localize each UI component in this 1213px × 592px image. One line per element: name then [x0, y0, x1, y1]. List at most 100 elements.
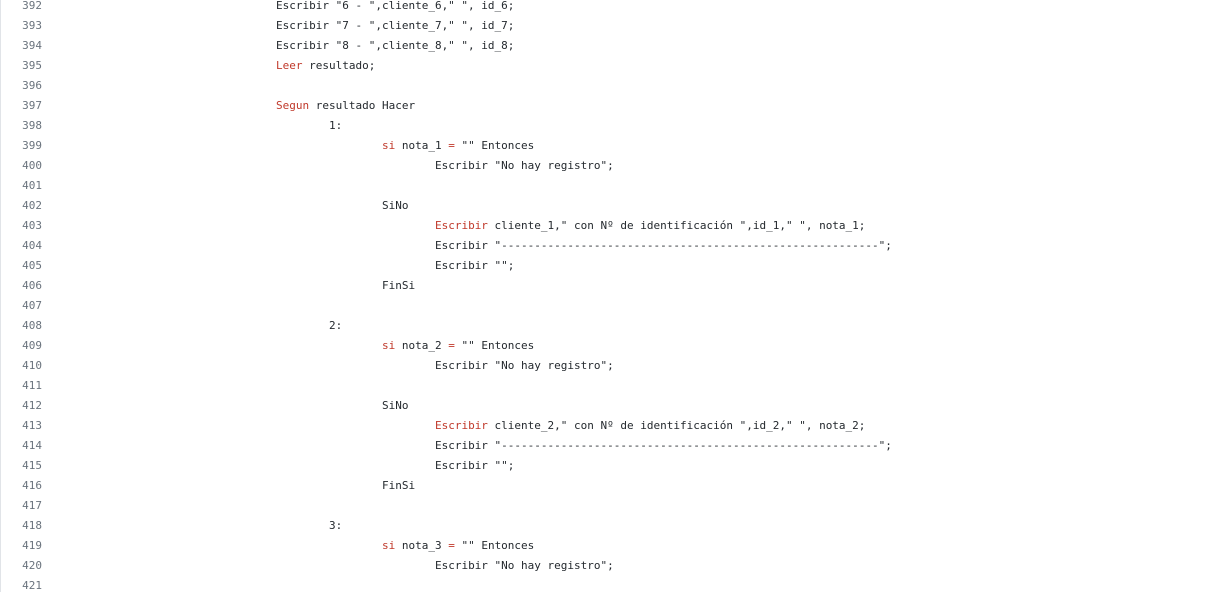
line-code: Escribir "6 - ",cliente_6," ", id_6;: [46, 0, 1213, 15]
code-token: 3:: [328, 518, 343, 532]
line-number[interactable]: 413: [1, 415, 46, 435]
line-number[interactable]: 395: [1, 55, 46, 75]
code-token: Escribir "";: [434, 258, 515, 272]
line-number[interactable]: 392: [1, 0, 46, 15]
line-number[interactable]: 420: [1, 555, 46, 575]
code-line: 409 si nota_2 = "" Entonces: [1, 335, 1213, 355]
code-line: 392 Escribir "6 - ",cliente_6," ", id_6;: [1, 0, 1213, 15]
line-number[interactable]: 397: [1, 95, 46, 115]
line-number[interactable]: 417: [1, 495, 46, 515]
line-number[interactable]: 394: [1, 35, 46, 55]
line-code: Escribir "7 - ",cliente_7," ", id_7;: [46, 15, 1213, 35]
code-line: 410 Escribir "No hay registro";: [1, 355, 1213, 375]
code-line: 417: [1, 495, 1213, 515]
line-number[interactable]: 401: [1, 175, 46, 195]
keyword-token: Escribir: [434, 418, 488, 432]
code-token: cliente_1," con Nº de identificación ",i…: [487, 218, 866, 232]
code-token: nota_3: [395, 538, 449, 552]
line-number[interactable]: 411: [1, 375, 46, 395]
code-line: 407: [1, 295, 1213, 315]
code-viewer: 392 Escribir "6 - ",cliente_6," ", id_6; 3…: [0, 0, 1213, 592]
code-line: 393 Escribir "7 - ",cliente_7," ", id_7;: [1, 15, 1213, 35]
keyword-token: si: [381, 538, 396, 552]
line-number[interactable]: 393: [1, 15, 46, 35]
line-number[interactable]: 416: [1, 475, 46, 495]
code-token: Escribir "No hay registro";: [434, 158, 614, 172]
line-code: [46, 575, 1213, 592]
code-token: Escribir "8 - ",cliente_8," ", id_8;: [276, 38, 515, 52]
code-token: Escribir "No hay registro";: [434, 558, 614, 572]
line-number[interactable]: 410: [1, 355, 46, 375]
code-token: nota_2: [395, 338, 449, 352]
line-number[interactable]: 407: [1, 295, 46, 315]
code-line: 419 si nota_3 = "" Entonces: [1, 535, 1213, 555]
line-number[interactable]: 405: [1, 255, 46, 275]
code-token: "" Entonces: [454, 338, 535, 352]
line-code: Escribir "8 - ",cliente_8," ", id_8;: [46, 35, 1213, 55]
code-token: nota_1: [395, 138, 449, 152]
code-token: Escribir "No hay registro";: [434, 358, 614, 372]
code-token: FinSi: [381, 278, 416, 292]
code-token: FinSi: [381, 478, 416, 492]
keyword-token: =: [448, 138, 455, 152]
code-token: SiNo: [381, 198, 409, 212]
line-code: Escribir "No hay registro";: [46, 355, 1213, 375]
line-code: Segun resultado Hacer: [46, 95, 1213, 115]
line-number[interactable]: 409: [1, 335, 46, 355]
keyword-token: Leer: [276, 58, 303, 72]
code-table: 392 Escribir "6 - ",cliente_6," ", id_6; 3…: [1, 0, 1213, 592]
code-token: Escribir "------------------------------…: [434, 438, 892, 452]
line-code: FinSi: [46, 475, 1213, 495]
line-number[interactable]: 421: [1, 575, 46, 592]
line-number[interactable]: 414: [1, 435, 46, 455]
line-number[interactable]: 412: [1, 395, 46, 415]
line-code: SiNo: [46, 395, 1213, 415]
line-number[interactable]: 408: [1, 315, 46, 335]
line-code: Escribir "No hay registro";: [46, 155, 1213, 175]
line-code: si nota_2 = "" Entonces: [46, 335, 1213, 355]
keyword-token: =: [448, 538, 455, 552]
line-code: Escribir "";: [46, 255, 1213, 275]
code-line: 415 Escribir "";: [1, 455, 1213, 475]
line-number[interactable]: 398: [1, 115, 46, 135]
code-line: 395 Leer resultado;: [1, 55, 1213, 75]
code-line: 394 Escribir "8 - ",cliente_8," ", id_8;: [1, 35, 1213, 55]
line-number[interactable]: 404: [1, 235, 46, 255]
code-line: 412 SiNo: [1, 395, 1213, 415]
code-token: Escribir "------------------------------…: [434, 238, 892, 252]
code-line: 398 1:: [1, 115, 1213, 135]
code-token: Escribir "";: [434, 458, 515, 472]
line-code: si nota_1 = "" Entonces: [46, 135, 1213, 155]
line-number[interactable]: 399: [1, 135, 46, 155]
code-line: 403 Escribir cliente_1," con Nº de ident…: [1, 215, 1213, 235]
line-code: si nota_3 = "" Entonces: [46, 535, 1213, 555]
line-code: Escribir cliente_2," con Nº de identific…: [46, 415, 1213, 435]
code-token: cliente_2," con Nº de identificación ",i…: [487, 418, 866, 432]
code-token: resultado Hacer: [309, 98, 416, 112]
line-code: Escribir "------------------------------…: [46, 435, 1213, 455]
code-line: 416 FinSi: [1, 475, 1213, 495]
code-token: Escribir "7 - ",cliente_7," ", id_7;: [276, 18, 515, 32]
line-number[interactable]: 396: [1, 75, 46, 95]
line-code: [46, 375, 1213, 395]
code-line: 413 Escribir cliente_2," con Nº de ident…: [1, 415, 1213, 435]
line-number[interactable]: 403: [1, 215, 46, 235]
line-number[interactable]: 406: [1, 275, 46, 295]
line-code: [46, 75, 1213, 95]
keyword-token: si: [381, 338, 396, 352]
keyword-token: =: [448, 338, 455, 352]
code-token: 2:: [328, 318, 343, 332]
code-token: "" Entonces: [454, 538, 535, 552]
code-token: Escribir "6 - ",cliente_6," ", id_6;: [276, 0, 515, 12]
line-code: Escribir "------------------------------…: [46, 235, 1213, 255]
line-number[interactable]: 418: [1, 515, 46, 535]
line-number[interactable]: 400: [1, 155, 46, 175]
line-number[interactable]: 415: [1, 455, 46, 475]
code-token: SiNo: [381, 398, 409, 412]
line-code: [46, 175, 1213, 195]
line-number[interactable]: 402: [1, 195, 46, 215]
code-line: 401: [1, 175, 1213, 195]
line-code: FinSi: [46, 275, 1213, 295]
line-code: Escribir cliente_1," con Nº de identific…: [46, 215, 1213, 235]
line-number[interactable]: 419: [1, 535, 46, 555]
